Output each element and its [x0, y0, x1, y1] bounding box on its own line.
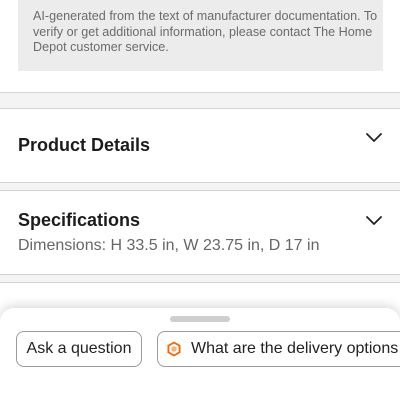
specifications-title: Specifications [18, 210, 141, 230]
product-details-title: Product Details [18, 135, 151, 155]
ask-question-label: Ask a question [26, 340, 132, 357]
chevron-down-icon[interactable] [366, 133, 382, 143]
specifications-summary: Dimensions: H 33.5 in, W 23.75 in, D 17 … [18, 237, 320, 254]
product-details-section[interactable]: Product Details [0, 108, 400, 183]
ask-question-chip[interactable]: Ask a question [16, 331, 142, 367]
sheet-drag-handle[interactable] [170, 316, 230, 322]
ai-disclaimer-text: AI-generated from the text of manufactur… [33, 9, 378, 54]
chevron-down-icon[interactable] [366, 216, 382, 226]
ai-disclaimer-card: AI-generated from the text of manufactur… [0, 0, 400, 93]
hexagon-icon [167, 341, 181, 357]
delivery-options-label: What are the delivery options [191, 340, 399, 357]
suggestion-bottom-sheet: Ask a question What are the delivery opt… [0, 308, 400, 400]
ai-disclaimer-box: AI-generated from the text of manufactur… [18, 0, 383, 71]
delivery-options-chip[interactable]: What are the delivery options [157, 331, 400, 367]
specifications-section[interactable]: Specifications Dimensions: H 33.5 in, W … [0, 190, 400, 275]
